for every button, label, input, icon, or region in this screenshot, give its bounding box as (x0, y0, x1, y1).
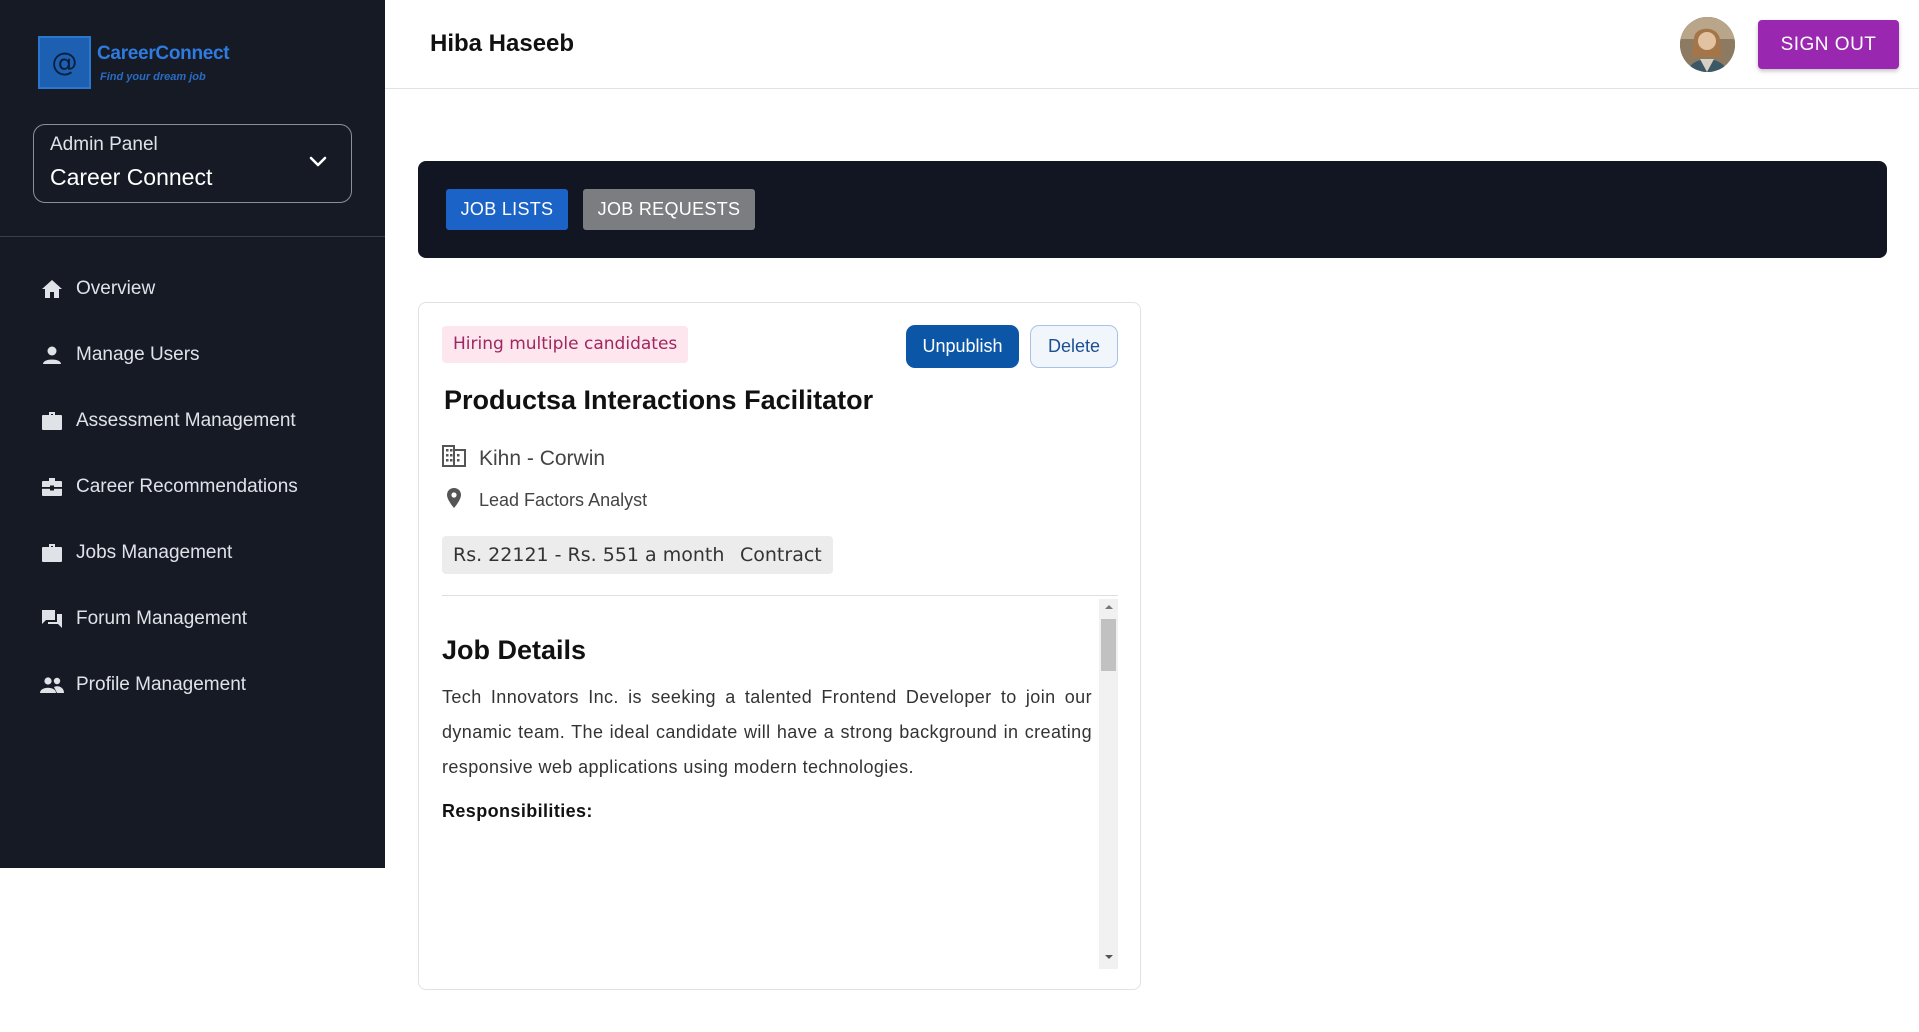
job-type-chip: Contract (729, 536, 833, 574)
scroll-up-arrow-icon[interactable] (1099, 603, 1118, 615)
location-row: Lead Factors Analyst (442, 486, 647, 515)
company-row: Kihn - Corwin (442, 445, 605, 472)
panel-selector[interactable]: Admin Panel Career Connect (33, 124, 352, 203)
sidebar-item-label: Career Recommendations (76, 476, 298, 497)
forum-icon (40, 607, 64, 631)
sidebar-item-label: Jobs Management (76, 542, 233, 563)
hiring-badge: Hiring multiple candidates (442, 326, 689, 363)
logo-mark: @ (38, 36, 91, 89)
sidebar-item-assessment-management[interactable]: Assessment Management (0, 388, 385, 454)
brand-logo[interactable]: @ CareerConnect Find your dream job (38, 36, 230, 89)
job-tabs-bar: JOB LISTS JOB REQUESTS (418, 161, 1887, 258)
sidebar-item-label: Overview (76, 278, 156, 299)
sign-out-button[interactable]: SIGN OUT (1758, 20, 1899, 69)
people-icon (40, 673, 64, 697)
brand-name: CareerConnect (97, 42, 230, 64)
tab-job-lists[interactable]: JOB LISTS (446, 189, 568, 230)
sidebar-item-manage-users[interactable]: Manage Users (0, 322, 385, 388)
at-icon: @ (51, 47, 78, 78)
tab-job-requests[interactable]: JOB REQUESTS (583, 189, 755, 230)
sidebar-item-label: Profile Management (76, 674, 247, 695)
sidebar-item-jobs-management[interactable]: Jobs Management (0, 520, 385, 586)
top-header: Hiba Haseeb SIGN OUT (385, 0, 1919, 89)
sidebar-item-overview[interactable]: Overview (0, 256, 385, 322)
avatar[interactable] (1680, 17, 1735, 72)
sidebar-item-career-recommendations[interactable]: Career Recommendations (0, 454, 385, 520)
briefcase-icon (40, 541, 64, 565)
job-description: Tech Innovators Inc. is seeking a talent… (442, 687, 1092, 777)
chevron-down-icon (309, 155, 327, 173)
unpublish-button[interactable]: Unpublish (906, 325, 1019, 368)
sidebar-item-profile-management[interactable]: Profile Management (0, 652, 385, 718)
sidebar-divider (0, 236, 385, 237)
person-icon (40, 343, 64, 367)
scroll-down-arrow-icon[interactable] (1099, 953, 1118, 965)
brand-tagline: Find your dream job (100, 70, 206, 83)
panel-label: Admin Panel (50, 134, 158, 155)
sidebar-nav: Overview Manage Users Assessment Managem… (0, 256, 385, 718)
salary-chip: Rs. 22121 - Rs. 551 a month (442, 536, 736, 574)
medical-briefcase-icon (40, 475, 64, 499)
delete-button[interactable]: Delete (1030, 325, 1118, 368)
responsibilities-heading: Responsibilities: (442, 801, 593, 821)
job-title: Productsa Interactions Facilitator (444, 385, 874, 415)
scrollbar[interactable] (1099, 599, 1118, 969)
building-icon (442, 445, 466, 472)
user-name: Hiba Haseeb (430, 30, 575, 57)
sidebar-item-forum-management[interactable]: Forum Management (0, 586, 385, 652)
card-divider (442, 595, 1118, 596)
company-name: Kihn - Corwin (479, 446, 606, 470)
sidebar: @ CareerConnect Find your dream job Admi… (0, 0, 385, 868)
job-card: Hiring multiple candidates Unpublish Del… (418, 302, 1141, 990)
panel-value: Career Connect (50, 164, 213, 190)
location-pin-icon (442, 486, 466, 515)
briefcase-icon (40, 409, 64, 433)
job-details-scroll[interactable]: Job Details Tech Innovators Inc. is seek… (442, 599, 1118, 969)
sidebar-item-label: Assessment Management (76, 410, 296, 431)
job-details-heading: Job Details (442, 635, 587, 665)
sidebar-item-label: Forum Management (76, 608, 248, 629)
sidebar-item-label: Manage Users (76, 344, 200, 365)
home-icon (40, 277, 64, 301)
job-location: Lead Factors Analyst (479, 490, 648, 510)
scrollbar-thumb[interactable] (1101, 619, 1116, 671)
